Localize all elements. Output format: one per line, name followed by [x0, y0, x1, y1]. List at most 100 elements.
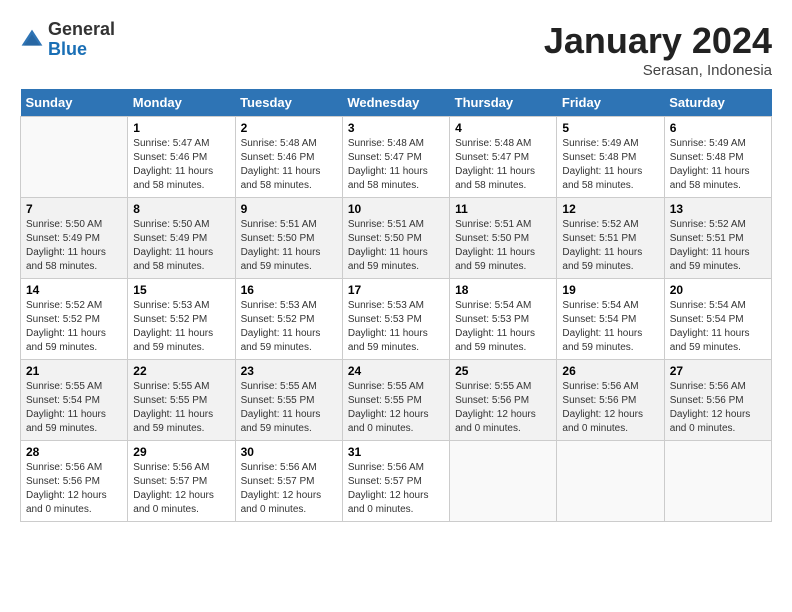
day-number: 24	[348, 364, 444, 378]
day-number: 2	[241, 121, 337, 135]
day-number: 14	[26, 283, 122, 297]
calendar-cell: 3Sunrise: 5:48 AMSunset: 5:47 PMDaylight…	[342, 117, 449, 198]
column-header-sunday: Sunday	[21, 89, 128, 117]
day-number: 22	[133, 364, 229, 378]
day-info: Sunrise: 5:53 AMSunset: 5:53 PMDaylight:…	[348, 299, 444, 355]
day-info: Sunrise: 5:55 AMSunset: 5:54 PMDaylight:…	[26, 380, 122, 436]
day-number: 20	[670, 283, 766, 297]
month-title: January 2024	[544, 20, 772, 62]
day-info: Sunrise: 5:56 AMSunset: 5:57 PMDaylight:…	[133, 461, 229, 517]
calendar-cell: 6Sunrise: 5:49 AMSunset: 5:48 PMDaylight…	[664, 117, 771, 198]
day-number: 13	[670, 202, 766, 216]
day-info: Sunrise: 5:52 AMSunset: 5:51 PMDaylight:…	[670, 218, 766, 274]
day-info: Sunrise: 5:51 AMSunset: 5:50 PMDaylight:…	[241, 218, 337, 274]
day-number: 6	[670, 121, 766, 135]
day-number: 10	[348, 202, 444, 216]
calendar-cell	[664, 441, 771, 522]
day-info: Sunrise: 5:48 AMSunset: 5:47 PMDaylight:…	[455, 137, 551, 193]
day-number: 31	[348, 445, 444, 459]
day-info: Sunrise: 5:54 AMSunset: 5:54 PMDaylight:…	[562, 299, 658, 355]
day-info: Sunrise: 5:55 AMSunset: 5:56 PMDaylight:…	[455, 380, 551, 436]
day-info: Sunrise: 5:50 AMSunset: 5:49 PMDaylight:…	[133, 218, 229, 274]
day-number: 16	[241, 283, 337, 297]
calendar-cell: 29Sunrise: 5:56 AMSunset: 5:57 PMDayligh…	[128, 441, 235, 522]
logo-general-text: General	[48, 20, 115, 40]
day-number: 26	[562, 364, 658, 378]
calendar-cell: 13 Sunrise: 5:52 AMSunset: 5:51 PMDayligh…	[664, 198, 771, 279]
day-info: Sunrise: 5:56 AMSunset: 5:57 PMDaylight:…	[241, 461, 337, 517]
calendar-cell: 20Sunrise: 5:54 AMSunset: 5:54 PMDayligh…	[664, 279, 771, 360]
day-info: Sunrise: 5:50 AMSunset: 5:49 PMDaylight:…	[26, 218, 122, 274]
location-subtitle: Serasan, Indonesia	[544, 62, 772, 79]
calendar-week-row: 14 Sunrise: 5:52 AMSunset: 5:52 PMDayligh…	[21, 279, 772, 360]
day-number: 23	[241, 364, 337, 378]
day-number: 27	[670, 364, 766, 378]
day-info: Sunrise: 5:51 AMSunset: 5:50 PMDaylight:…	[348, 218, 444, 274]
column-header-thursday: Thursday	[450, 89, 557, 117]
calendar-week-row: 21 Sunrise: 5:55 AMSunset: 5:54 PMDayligh…	[21, 360, 772, 441]
calendar-cell	[450, 441, 557, 522]
calendar-week-row: 28 Sunrise: 5:56 AMSunset: 5:56 PMDayligh…	[21, 441, 772, 522]
calendar-cell: 30 Sunrise: 5:56 AMSunset: 5:57 PMDayligh…	[235, 441, 342, 522]
day-number: 18	[455, 283, 551, 297]
day-info: Sunrise: 5:49 AMSunset: 5:48 PMDaylight:…	[562, 137, 658, 193]
calendar-cell: 10 Sunrise: 5:51 AMSunset: 5:50 PMDayligh…	[342, 198, 449, 279]
calendar-cell: 11 Sunrise: 5:51 AMSunset: 5:50 PMDayligh…	[450, 198, 557, 279]
day-number: 17	[348, 283, 444, 297]
day-number: 19	[562, 283, 658, 297]
calendar-cell: 12Sunrise: 5:52 AMSunset: 5:51 PMDayligh…	[557, 198, 664, 279]
day-number: 5	[562, 121, 658, 135]
calendar-cell: 22 Sunrise: 5:55 AMSunset: 5:55 PMDayligh…	[128, 360, 235, 441]
calendar-week-row: 1 Sunrise: 5:47 AMSunset: 5:46 PMDaylight…	[21, 117, 772, 198]
logo-blue-text: Blue	[48, 40, 115, 60]
day-number: 8	[133, 202, 229, 216]
calendar-cell	[21, 117, 128, 198]
day-info: Sunrise: 5:56 AMSunset: 5:57 PMDaylight:…	[348, 461, 444, 517]
calendar-cell: 1 Sunrise: 5:47 AMSunset: 5:46 PMDaylight…	[128, 117, 235, 198]
day-number: 1	[133, 121, 229, 135]
column-header-saturday: Saturday	[664, 89, 771, 117]
day-info: Sunrise: 5:56 AMSunset: 5:56 PMDaylight:…	[670, 380, 766, 436]
day-number: 9	[241, 202, 337, 216]
day-info: Sunrise: 5:48 AMSunset: 5:47 PMDaylight:…	[348, 137, 444, 193]
day-number: 28	[26, 445, 122, 459]
day-number: 21	[26, 364, 122, 378]
calendar-cell: 18Sunrise: 5:54 AMSunset: 5:53 PMDayligh…	[450, 279, 557, 360]
day-number: 4	[455, 121, 551, 135]
day-number: 11	[455, 202, 551, 216]
calendar-week-row: 7Sunrise: 5:50 AMSunset: 5:49 PMDaylight…	[21, 198, 772, 279]
calendar-cell: 31 Sunrise: 5:56 AMSunset: 5:57 PMDayligh…	[342, 441, 449, 522]
day-info: Sunrise: 5:55 AMSunset: 5:55 PMDaylight:…	[241, 380, 337, 436]
calendar-header-row: SundayMondayTuesdayWednesdayThursdayFrid…	[21, 89, 772, 117]
column-header-monday: Monday	[128, 89, 235, 117]
calendar-cell: 14 Sunrise: 5:52 AMSunset: 5:52 PMDayligh…	[21, 279, 128, 360]
calendar-cell: 21 Sunrise: 5:55 AMSunset: 5:54 PMDayligh…	[21, 360, 128, 441]
calendar-cell: 5 Sunrise: 5:49 AMSunset: 5:48 PMDaylight…	[557, 117, 664, 198]
day-number: 25	[455, 364, 551, 378]
column-header-friday: Friday	[557, 89, 664, 117]
day-info: Sunrise: 5:53 AMSunset: 5:52 PMDaylight:…	[241, 299, 337, 355]
column-header-tuesday: Tuesday	[235, 89, 342, 117]
day-info: Sunrise: 5:56 AMSunset: 5:56 PMDaylight:…	[26, 461, 122, 517]
calendar-cell: 8 Sunrise: 5:50 AMSunset: 5:49 PMDaylight…	[128, 198, 235, 279]
calendar-table: SundayMondayTuesdayWednesdayThursdayFrid…	[20, 89, 772, 522]
calendar-cell: 4 Sunrise: 5:48 AMSunset: 5:47 PMDaylight…	[450, 117, 557, 198]
logo: General Blue	[20, 20, 115, 60]
day-info: Sunrise: 5:47 AMSunset: 5:46 PMDaylight:…	[133, 137, 229, 193]
calendar-cell: 27 Sunrise: 5:56 AMSunset: 5:56 PMDayligh…	[664, 360, 771, 441]
column-header-wednesday: Wednesday	[342, 89, 449, 117]
calendar-cell: 15 Sunrise: 5:53 AMSunset: 5:52 PMDayligh…	[128, 279, 235, 360]
day-info: Sunrise: 5:55 AMSunset: 5:55 PMDaylight:…	[133, 380, 229, 436]
calendar-cell: 7Sunrise: 5:50 AMSunset: 5:49 PMDaylight…	[21, 198, 128, 279]
day-number: 30	[241, 445, 337, 459]
calendar-cell: 26 Sunrise: 5:56 AMSunset: 5:56 PMDayligh…	[557, 360, 664, 441]
day-info: Sunrise: 5:56 AMSunset: 5:56 PMDaylight:…	[562, 380, 658, 436]
day-info: Sunrise: 5:52 AMSunset: 5:52 PMDaylight:…	[26, 299, 122, 355]
logo-icon	[20, 28, 44, 52]
calendar-cell: 16 Sunrise: 5:53 AMSunset: 5:52 PMDayligh…	[235, 279, 342, 360]
day-number: 15	[133, 283, 229, 297]
calendar-cell: 28 Sunrise: 5:56 AMSunset: 5:56 PMDayligh…	[21, 441, 128, 522]
day-info: Sunrise: 5:53 AMSunset: 5:52 PMDaylight:…	[133, 299, 229, 355]
calendar-cell: 19 Sunrise: 5:54 AMSunset: 5:54 PMDayligh…	[557, 279, 664, 360]
day-info: Sunrise: 5:51 AMSunset: 5:50 PMDaylight:…	[455, 218, 551, 274]
